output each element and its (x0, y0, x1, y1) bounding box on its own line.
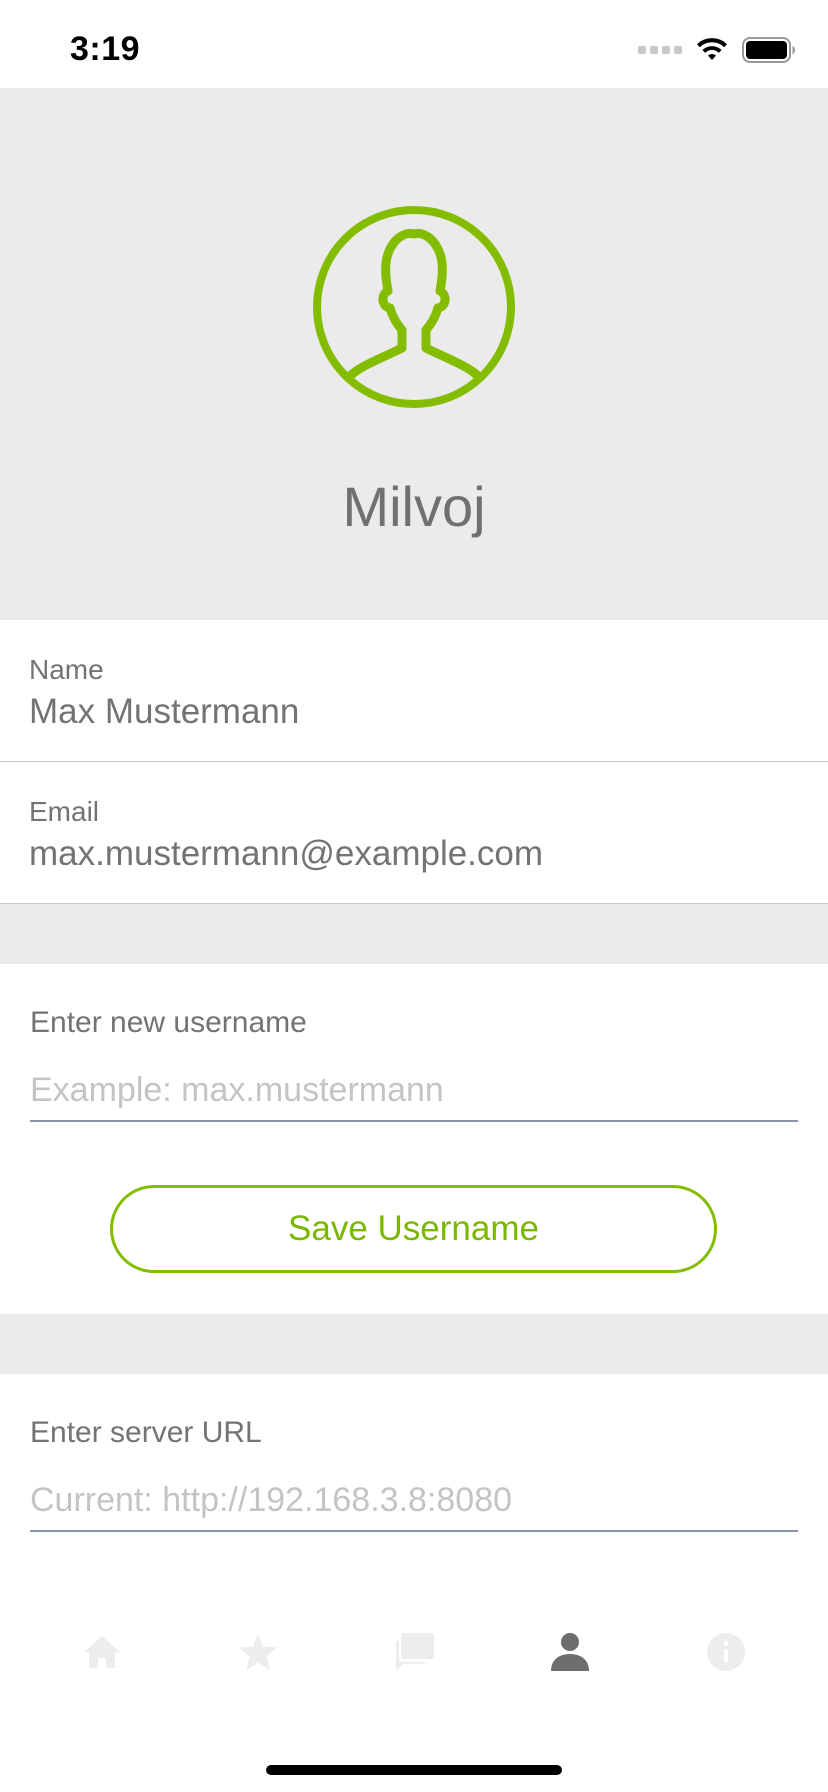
wifi-icon (697, 38, 727, 60)
server-url-label: Enter server URL (30, 1416, 262, 1449)
tab-favorites[interactable] (218, 1612, 298, 1692)
info-icon (707, 1633, 745, 1671)
username-input[interactable] (30, 1060, 798, 1122)
tab-info[interactable] (686, 1612, 766, 1692)
tab-home[interactable] (62, 1612, 142, 1692)
section-separator (0, 904, 828, 964)
chat-icon (396, 1633, 434, 1671)
username-form: Enter new username Save Username (0, 964, 828, 1314)
battery-icon (742, 37, 795, 63)
email-value: max.mustermann@example.com (29, 834, 544, 873)
status-icons (638, 36, 796, 64)
tab-profile[interactable] (530, 1612, 610, 1692)
name-label: Name (29, 654, 104, 685)
username-label: Enter new username (30, 1006, 307, 1039)
cellular-signal-icon (638, 46, 682, 54)
save-username-button[interactable]: Save Username (110, 1185, 717, 1273)
tab-chat[interactable] (374, 1612, 454, 1692)
star-icon (239, 1634, 277, 1670)
profile-display-name: Milvoj (342, 475, 486, 538)
name-value: Max Mustermann (29, 692, 300, 731)
status-bar: 3:19 (0, 0, 828, 88)
status-time: 3:19 (70, 30, 141, 68)
email-label: Email (29, 796, 100, 827)
server-url-form: Enter server URL (0, 1374, 828, 1594)
person-icon (551, 1633, 589, 1671)
user-circle-icon (313, 206, 515, 408)
email-row: Email max.mustermann@example.com (0, 762, 828, 904)
section-separator (0, 1314, 828, 1374)
tab-bar (0, 1612, 828, 1692)
home-icon (84, 1636, 120, 1668)
server-url-input[interactable] (30, 1470, 798, 1532)
name-row: Name Max Mustermann (0, 620, 828, 762)
profile-header: Milvoj (0, 88, 828, 620)
home-indicator[interactable] (266, 1765, 562, 1775)
